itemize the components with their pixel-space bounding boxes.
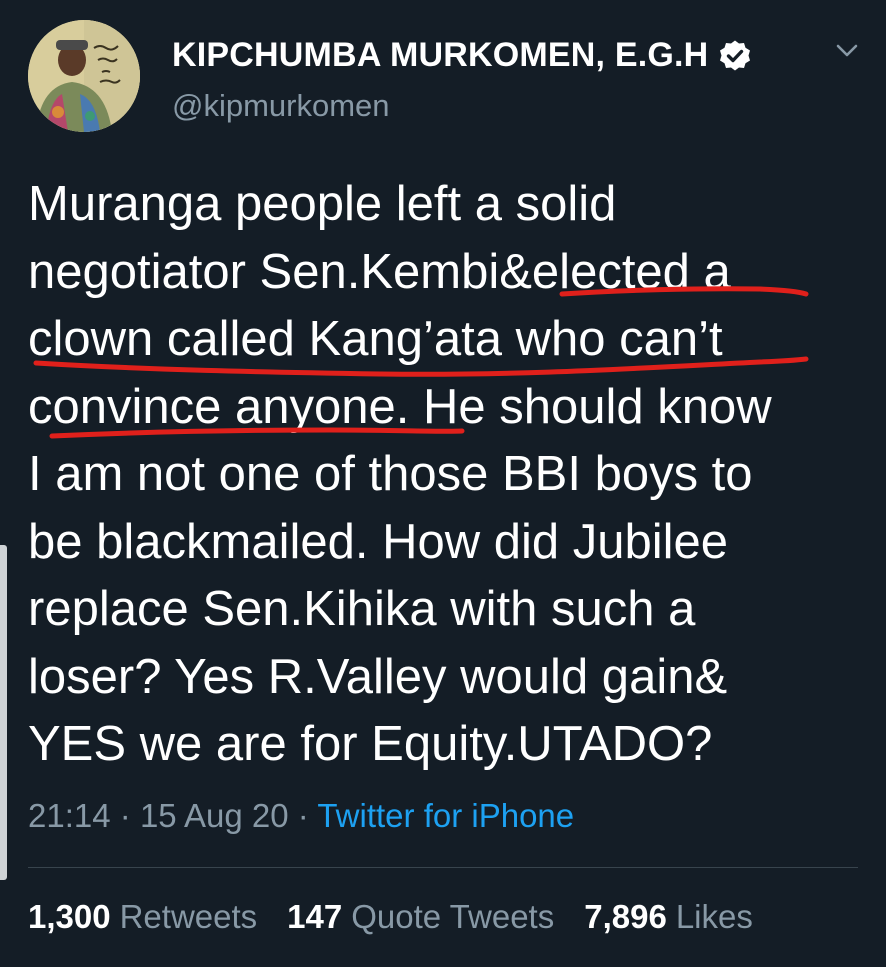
meta-separator: ·	[119, 797, 131, 834]
author-handle[interactable]: @kipmurkomen	[172, 88, 390, 124]
divider	[28, 867, 858, 868]
chevron-down-icon[interactable]	[832, 38, 862, 62]
meta-separator: ·	[297, 797, 309, 834]
author-name-row[interactable]: KIPCHUMBA MURKOMEN, E.G.H	[172, 36, 752, 75]
tweet-source-link[interactable]: Twitter for iPhone	[317, 797, 574, 834]
scroll-edge-handle	[0, 545, 7, 880]
verified-badge-icon	[718, 39, 752, 73]
likes-label: Likes	[675, 898, 753, 935]
retweets-label: Retweets	[119, 898, 258, 935]
engagement-stats: 1,300 Retweets 147 Quote Tweets 7,896 Likes	[28, 898, 783, 936]
avatar[interactable]	[28, 20, 140, 132]
tweet-meta: 21:14 · 15 Aug 20 · Twitter for iPhone	[28, 797, 574, 835]
tweet-date[interactable]: 15 Aug 20	[140, 797, 289, 834]
retweets-count: 1,300	[28, 898, 111, 935]
likes-count: 7,896	[584, 898, 667, 935]
quote-tweets-label: Quote Tweets	[351, 898, 555, 935]
retweets-stat[interactable]: 1,300 Retweets	[28, 898, 257, 936]
tweet-text: Muranga people left a solid negotiator S…	[28, 177, 772, 771]
likes-stat[interactable]: 7,896 Likes	[584, 898, 753, 936]
quote-tweets-stat[interactable]: 147 Quote Tweets	[287, 898, 554, 936]
tweet-time[interactable]: 21:14	[28, 797, 111, 834]
tweet-detail-screen: KIPCHUMBA MURKOMEN, E.G.H @kipmurkomen M…	[0, 0, 886, 967]
author-display-name[interactable]: KIPCHUMBA MURKOMEN, E.G.H	[172, 36, 708, 75]
quote-tweets-count: 147	[287, 898, 343, 935]
avatar-image	[28, 20, 140, 132]
